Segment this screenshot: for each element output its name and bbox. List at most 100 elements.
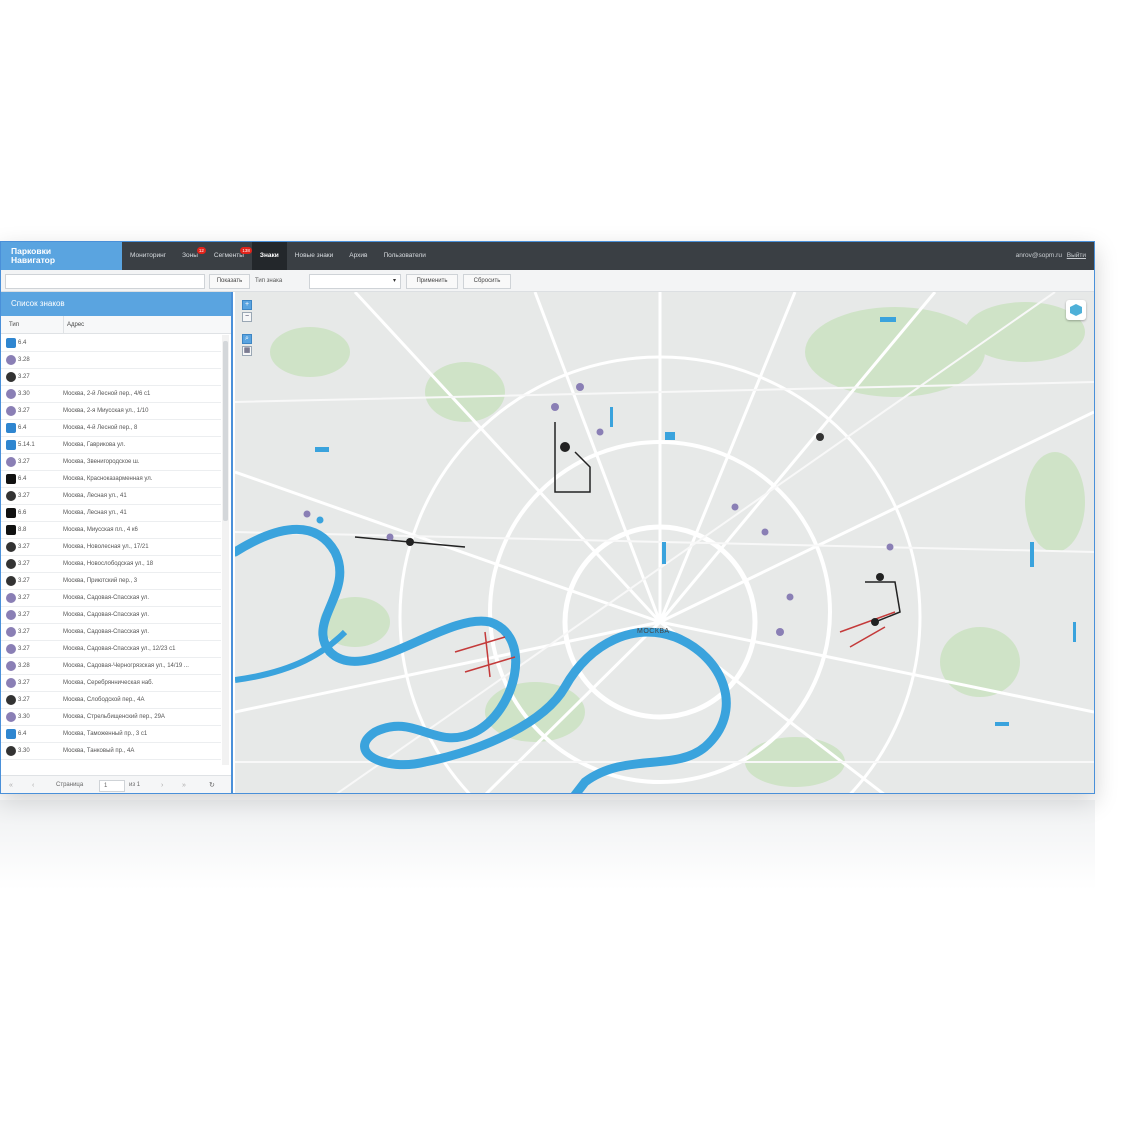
table-row[interactable]: 3.27 Москва, Звенигородское ш. (1, 454, 221, 471)
sign-type-code: 3.27 (18, 595, 30, 601)
table-row[interactable]: 6.4 Москва, 4-й Лесной пер., 8 (1, 420, 221, 437)
reset-button[interactable]: Сбросить (463, 274, 511, 289)
table-row[interactable]: 3.28 (1, 352, 221, 369)
table-row[interactable]: 3.27 Москва, Серебрянническая наб. (1, 675, 221, 692)
table-row[interactable]: 3.30 Москва, 2-й Лесной пер., 4/6 с1 (1, 386, 221, 403)
sign-address: Москва, Гаврикова ул. (63, 442, 126, 448)
nav-new-signs[interactable]: Новые знаки (287, 242, 342, 270)
table-row[interactable]: 6.4 Москва, Таможенный пр., 3 с1 (1, 726, 221, 743)
table-row[interactable]: 3.27 Москва, Приютский пер., 3 (1, 573, 221, 590)
table-row[interactable]: 3.27 Москва, Садовая-Спасская ул. (1, 607, 221, 624)
sign-type-icon (6, 712, 16, 722)
nav-users-label: Пользователи (383, 252, 426, 259)
sign-type-code: 6.4 (18, 425, 27, 431)
map-canvas (235, 292, 1094, 793)
nav-signs-label: Знаки (259, 252, 279, 259)
sign-type-icon (6, 627, 16, 637)
column-type[interactable]: Тип (9, 316, 19, 334)
page-total: из 1 (129, 782, 141, 788)
signs-list-panel: Список знаков Тип Адрес 6.4 3.28 3.27 3.30 М… (1, 292, 233, 793)
table-row[interactable]: 3.27 Москва, Новолесная ул., 17/21 (1, 539, 221, 556)
table-row[interactable]: 3.27 Москва, Лесная ул., 41 (1, 488, 221, 505)
table-row[interactable]: 5.14.1 Москва, Гаврикова ул. (1, 437, 221, 454)
nav-signs[interactable]: Знаки (251, 242, 287, 270)
zoom-in-button[interactable]: + (242, 300, 252, 310)
zoom-out-button[interactable]: − (242, 312, 252, 322)
sign-type-icon (6, 746, 16, 756)
first-page-icon[interactable]: « (9, 779, 13, 792)
table-row[interactable]: 3.27 Москва, Новослободская ул., 18 (1, 556, 221, 573)
table-row[interactable]: 8.8 Москва, Миусская пл., 4 к6 (1, 522, 221, 539)
column-address[interactable]: Адрес (63, 316, 84, 334)
table-row[interactable]: 6.4 Москва, Красноказарменная ул. (1, 471, 221, 488)
sign-type-code: 6.4 (18, 731, 27, 737)
sign-type-code: 3.27 (18, 612, 30, 618)
nav-zones-label: Зоны (182, 252, 198, 259)
scrollbar-thumb[interactable] (223, 341, 228, 521)
table-row[interactable]: 3.27 Москва, Садовая-Спасская ул. (1, 590, 221, 607)
show-button[interactable]: Показать (209, 274, 250, 289)
table-row[interactable]: 3.28 Москва, Садовая-Черногрязская ул., 1… (1, 658, 221, 675)
app-brand[interactable]: Парковки Навигатор (1, 242, 122, 270)
sign-address: Москва, Приютский пер., 3 (63, 578, 138, 584)
sign-address: Москва, Лесная ул., 41 (63, 493, 127, 499)
sign-address: Москва, Садовая-Спасская ул. (63, 595, 150, 601)
sign-type-icon (6, 406, 16, 416)
sign-type-icon (6, 525, 16, 535)
chevron-down-icon: ▾ (392, 278, 396, 284)
sign-address: Москва, Садовая-Спасская ул. (63, 629, 150, 635)
nav-monitoring[interactable]: Мониторинг (122, 242, 174, 270)
list-scrollbar[interactable] (222, 335, 229, 765)
layer-switch-button[interactable] (1066, 300, 1086, 320)
table-row[interactable]: 3.27 Москва, 2-я Миусская ул., 1/10 (1, 403, 221, 420)
last-page-icon[interactable]: » (182, 779, 186, 792)
sign-address: Москва, Садовая-Черногрязская ул., 14/19… (63, 663, 189, 669)
table-row[interactable]: 3.27 Москва, Садовая-Спасская ул. (1, 624, 221, 641)
sign-type-icon (6, 610, 16, 620)
sign-type-icon (6, 695, 16, 705)
map-view[interactable]: + − ⌕ ▦ МОСКВА (235, 292, 1094, 793)
nav-archive-label: Архив (349, 252, 368, 259)
search-input[interactable] (5, 274, 205, 289)
page-number-input[interactable]: 1 (99, 780, 125, 792)
nav-monitoring-label: Мониторинг (130, 252, 167, 259)
sign-address: Москва, Лесная ул., 41 (63, 510, 127, 516)
segments-count-badge: 138 (240, 247, 252, 254)
sign-type-code: 3.27 (18, 697, 30, 703)
page: Парковки Навигатор Мониторинг Зоны 12 Сег… (0, 0, 1140, 1140)
filter-toolbar: Показать Тип знака ▾ Применить Сбросить (1, 270, 1094, 292)
logout-link[interactable]: Выйти (1067, 252, 1086, 259)
sign-address: Москва, 2-я Миусская ул., 1/10 (63, 408, 149, 414)
sign-address: Москва, Звенигородское ш. (63, 459, 140, 465)
reflection-shadow (0, 800, 1095, 890)
table-row[interactable]: 3.27 Москва, Слободской пер., 4А (1, 692, 221, 709)
table-row[interactable]: 3.27 Москва, Садовая-Спасская ул., 12/23 … (1, 641, 221, 658)
table-row[interactable]: 3.30 Москва, Танковый пр., 4А (1, 743, 221, 760)
sign-type-code: 3.27 (18, 408, 30, 414)
sign-type-code: 3.28 (18, 663, 30, 669)
table-row[interactable]: 3.30 Москва, Стрельбищенский пер., 29А (1, 709, 221, 726)
next-page-icon[interactable]: › (161, 779, 163, 792)
map-city-label: МОСКВА (637, 628, 670, 635)
sign-address: Москва, Миусская пл., 4 к6 (63, 527, 138, 533)
table-row[interactable]: 6.4 (1, 335, 221, 352)
sign-type-select[interactable]: ▾ (309, 274, 401, 289)
prev-page-icon[interactable]: ‹ (32, 779, 34, 792)
sign-address: Москва, Стрельбищенский пер., 29А (63, 714, 165, 720)
zones-count-badge: 12 (196, 247, 206, 254)
refresh-icon[interactable]: ↻ (209, 779, 215, 792)
nav-archive[interactable]: Архив (341, 242, 375, 270)
layers-small-icon[interactable]: ▦ (242, 346, 252, 356)
page-label: Страница (56, 782, 84, 788)
sign-type-icon (6, 576, 16, 586)
table-row[interactable]: 3.27 (1, 369, 221, 386)
search-icon[interactable]: ⌕ (242, 334, 252, 344)
nav-segments[interactable]: Сегменты 138 (206, 242, 252, 270)
sign-address: Москва, Красноказарменная ул. (63, 476, 153, 482)
nav-users[interactable]: Пользователи (376, 242, 434, 270)
nav-zones[interactable]: Зоны 12 (174, 242, 206, 270)
table-row[interactable]: 6.6 Москва, Лесная ул., 41 (1, 505, 221, 522)
hexagon-icon (1070, 304, 1082, 316)
apply-button[interactable]: Применить (406, 274, 458, 289)
sign-type-icon (6, 508, 16, 518)
